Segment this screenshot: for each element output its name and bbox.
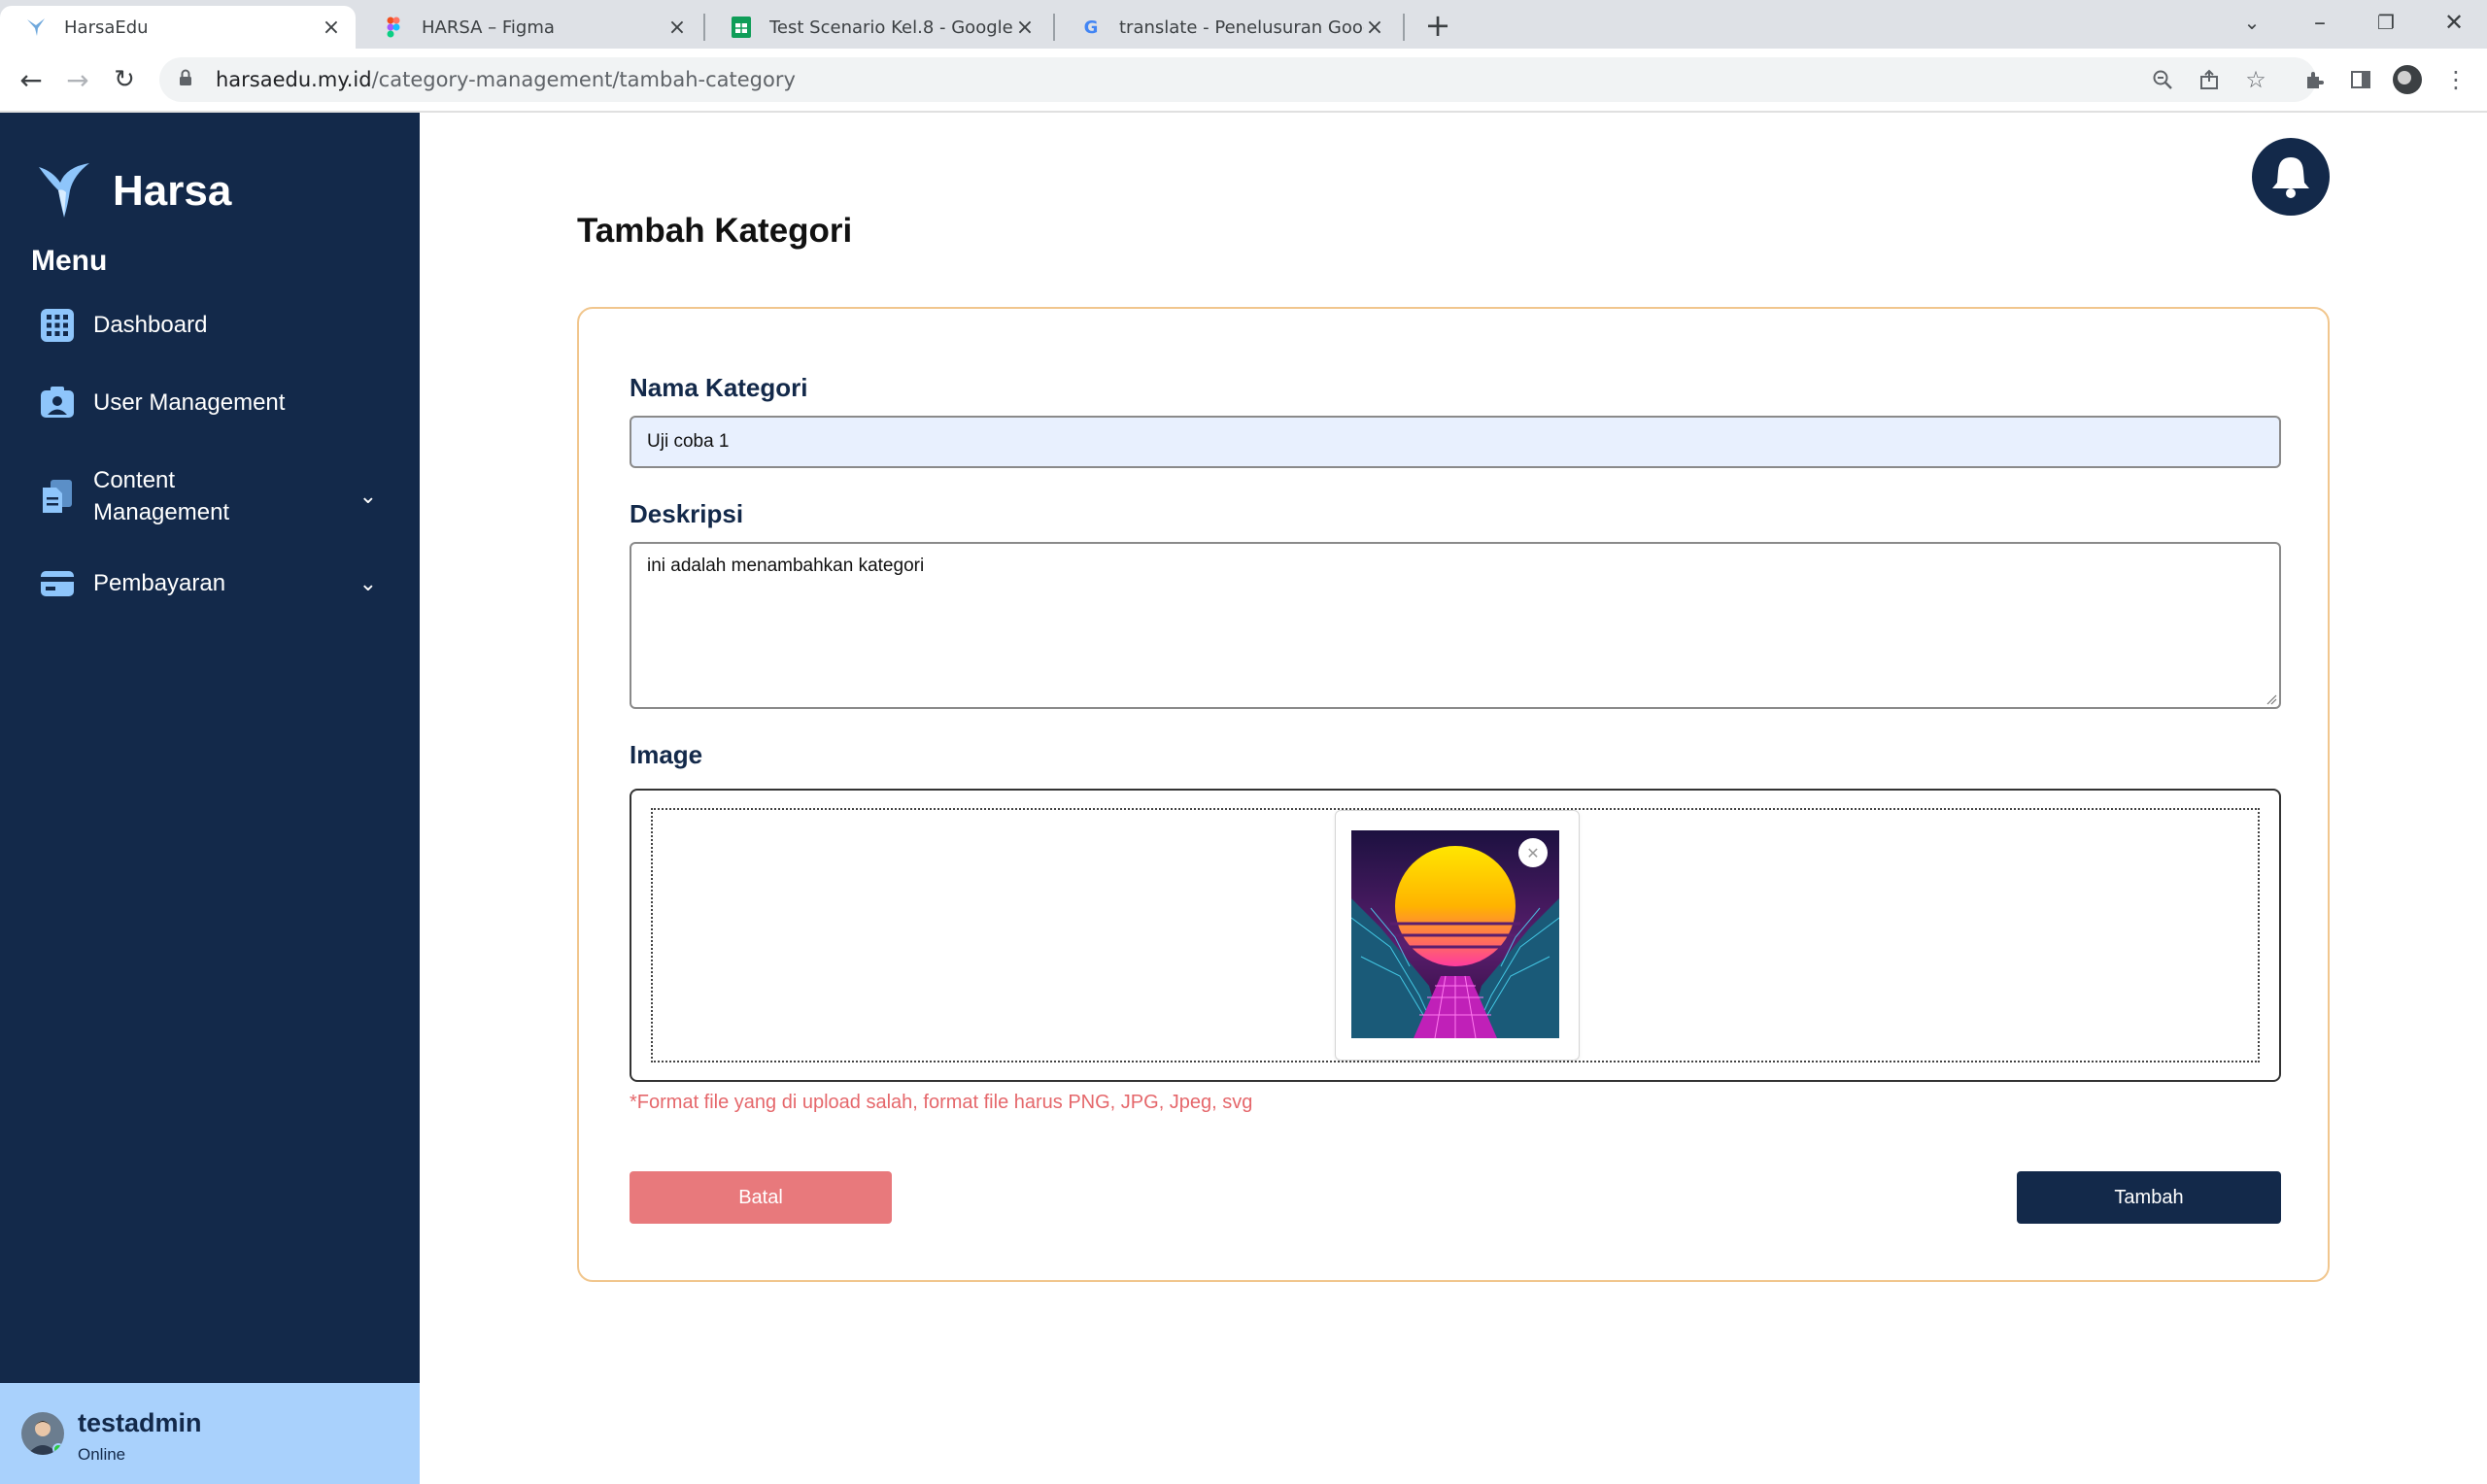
browser-tab-harsaedu[interactable]: HarsaEdu × [0, 6, 356, 49]
grid-icon [41, 309, 74, 342]
browser-tab-sheets[interactable]: Test Scenario Kel.8 - Google Spr × [705, 6, 1049, 49]
user-panel[interactable]: testadmin Online [0, 1383, 420, 1484]
sidebar-item-label: Dashboard [93, 312, 208, 338]
sidebar-item-user-management[interactable]: User Management [39, 385, 389, 422]
sidebar-item-label: User Management [93, 389, 286, 416]
url-path: /category-management/tambah-category [371, 68, 796, 91]
browser-toolbar: ← → ↻ harsaedu.my.id/category-management… [0, 49, 2487, 113]
brand-name: Harsa [113, 167, 232, 215]
user-name: testadmin [78, 1408, 202, 1437]
restore-window-icon[interactable]: ❐ [2353, 0, 2419, 45]
category-name-label: Nama Kategori [630, 373, 808, 402]
user-card-icon [41, 387, 74, 418]
browser-tab-figma[interactable]: HARSA – Figma × [358, 6, 701, 49]
add-category-form: Nama Kategori Uji coba 1 Deskripsi ini a… [577, 307, 2330, 1282]
description-label: Deskripsi [630, 499, 744, 528]
harsa-bird-icon [39, 163, 89, 218]
card-icon [41, 571, 74, 596]
forward-arrow-icon[interactable]: → [58, 60, 97, 99]
category-name-input[interactable]: Uji coba 1 [630, 416, 2281, 468]
browser-menu-icon[interactable]: ⋮ [2436, 60, 2475, 99]
resize-handle-icon[interactable] [2266, 693, 2277, 705]
share-icon[interactable] [2190, 60, 2229, 99]
close-window-icon[interactable]: ✕ [2421, 0, 2487, 45]
remove-image-button[interactable]: ✕ [1518, 838, 1548, 867]
documents-icon [43, 480, 72, 513]
tab-separator [1403, 14, 1405, 41]
browser-tab-bar: HarsaEdu × HARSA – Figma × Test Scenario… [0, 0, 2487, 49]
sidebar-item-dashboard[interactable]: Dashboard [39, 307, 389, 344]
reload-icon[interactable]: ↻ [105, 60, 144, 99]
user-status: Online [78, 1445, 126, 1464]
new-tab-button[interactable]: + [1420, 7, 1455, 44]
image-upload-dropzone[interactable]: ✕ [630, 789, 2281, 1082]
minimize-window-icon[interactable]: – [2287, 0, 2353, 45]
image-preview: ✕ [1335, 810, 1580, 1061]
notification-bell-button[interactable] [2252, 138, 2330, 216]
close-tab-icon[interactable]: × [1014, 16, 1036, 40]
zoom-icon[interactable] [2143, 60, 2182, 99]
extensions-puzzle-icon[interactable] [2295, 60, 2334, 99]
description-textarea[interactable]: ini adalah menambahkan kategori [630, 542, 2281, 709]
image-label: Image [630, 740, 703, 769]
description-text: ini adalah menambahkan kategori [647, 556, 925, 576]
sidebar-item-pembayaran[interactable]: Pembayaran ⌄ [39, 565, 389, 602]
menu-title: Menu [31, 245, 108, 277]
lock-icon [179, 69, 200, 91]
tab-title: Test Scenario Kel.8 - Google Spr [769, 17, 1014, 38]
chevron-down-icon[interactable]: ⌄ [359, 571, 377, 596]
page-title: Tambah Kategori [577, 212, 853, 250]
tab-search-chevron-icon[interactable]: ⌄ [2219, 0, 2285, 45]
side-panel-icon[interactable] [2341, 60, 2380, 99]
close-tab-icon[interactable]: × [666, 16, 688, 40]
online-status-dot [52, 1443, 64, 1455]
url-host: harsaedu.my.id [216, 68, 372, 91]
profile-avatar-icon[interactable] [2388, 60, 2427, 99]
avatar [21, 1412, 64, 1455]
close-tab-icon[interactable]: × [1364, 16, 1385, 40]
cancel-button[interactable]: Batal [630, 1171, 892, 1224]
add-button[interactable]: Tambah [2017, 1171, 2281, 1224]
sidebar: Harsa Menu Dashboard User Management Con… [0, 113, 420, 1484]
harsa-bird-icon [25, 17, 47, 38]
sidebar-item-content-management[interactable]: Content Management ⌄ [39, 464, 389, 528]
chevron-down-icon[interactable]: ⌄ [359, 484, 377, 509]
logo[interactable]: Harsa [37, 161, 231, 221]
bell-icon [2272, 157, 2309, 198]
url-text: harsaedu.my.id/category-management/tamba… [216, 68, 796, 91]
back-arrow-icon[interactable]: ← [12, 60, 51, 99]
address-bar[interactable]: harsaedu.my.id/category-management/tamba… [159, 57, 2316, 102]
bookmark-star-icon[interactable]: ☆ [2236, 60, 2275, 99]
google-sheets-icon [731, 17, 752, 38]
tab-title: HARSA – Figma [422, 17, 555, 38]
close-tab-icon[interactable]: × [321, 16, 342, 40]
sidebar-item-label: Pembayaran [93, 570, 226, 596]
figma-icon [383, 17, 404, 38]
tab-title: translate - Penelusuran Google [1119, 17, 1364, 38]
browser-tab-google[interactable]: G translate - Penelusuran Google × [1055, 6, 1399, 49]
google-icon: G [1083, 17, 1099, 38]
tab-title: HarsaEdu [64, 17, 149, 38]
dropzone-inner[interactable]: ✕ [651, 808, 2260, 1062]
sidebar-item-label: Content Management [93, 467, 230, 525]
upload-error-message: *Format file yang di upload salah, forma… [630, 1092, 1253, 1113]
